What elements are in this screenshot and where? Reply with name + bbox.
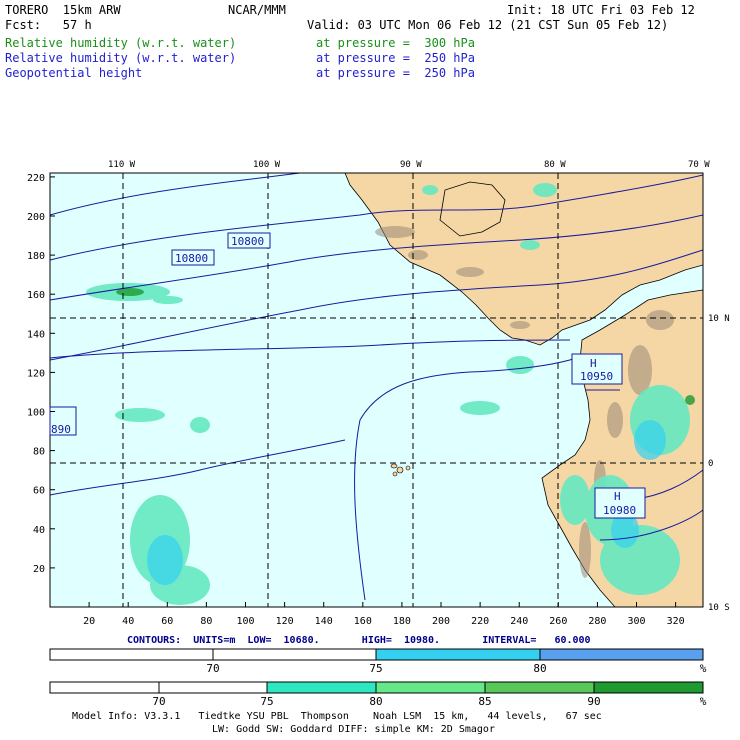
init-time: Init: 18 UTC Fri 03 Feb 12 [507,3,695,17]
field-1-level: at pressure = 300 hPa [316,36,475,50]
x-tick-label: 220 [471,616,489,627]
y-tick-label: 160 [27,290,45,301]
y-tick-label: 60 [33,486,45,497]
contour-label-10800-a: 10800 [231,235,264,248]
org-label: NCAR/MMM [228,3,286,17]
colorbar1-segment-1 [49,648,214,661]
model-info-line2: LW: Godd SW: Goddard DIFF: simple KM: 2D… [212,724,495,735]
colorbar2-label-90: 90 [587,695,600,708]
x-tick-label: 260 [549,616,567,627]
colorbar1-segment-4 [539,648,704,661]
x-tick-label: 60 [161,616,173,627]
x-tick-label: 240 [510,616,528,627]
field-2-name: Relative humidity (w.r.t. water) [5,51,237,65]
colorbar2-label-pct: % [700,695,707,708]
colorbar2-label-75: 75 [260,695,273,708]
lat-label-10n: 10 N [708,314,730,324]
colorbar-300hpa: 70 75 80 % [49,648,707,675]
colorbar2-segment-1 [49,681,160,694]
y-tick-label: 140 [27,329,45,340]
x-tick-label: 20 [83,616,95,627]
x-tick-label: 180 [393,616,411,627]
y-tick-label: 40 [33,525,45,536]
x-tick-label: 320 [667,616,685,627]
lon-label-70w: 70 W [688,160,710,170]
colorbar2-label-80: 80 [369,695,382,708]
lon-label-80w: 80 W [544,160,566,170]
y-tick-label: 200 [27,212,45,223]
contour-label-10980: 10980 [603,504,636,517]
forecast-hour: Fcst: 57 h [5,18,92,32]
field-3-level: at pressure = 250 hPa [316,66,475,80]
colorbar1-label-70: 70 [206,662,219,675]
lon-label-110w: 110 W [108,160,136,170]
x-tick-label: 300 [627,616,645,627]
colorbar2-segment-3 [266,681,377,694]
colorbar1-segment-3 [375,648,541,661]
contours-info: CONTOURS: UNITS=m LOW= 10680. HIGH= 1098… [127,635,591,646]
lat-label-0: 0 [708,459,713,469]
lat-label-10s: 10 S [708,603,730,613]
x-tick-label: 200 [432,616,450,627]
y-tick-label: 120 [27,368,45,379]
lon-label-90w: 90 W [400,160,422,170]
colorbar1-segment-2 [212,648,377,661]
colorbar-250hpa: 70 75 80 85 90 % [49,681,707,708]
weather-map: 10800 10800 H 10950 H 10980 890 110 W 10… [27,160,730,627]
field-1-name: Relative humidity (w.r.t. water) [5,36,237,50]
colorbar2-segment-2 [158,681,268,694]
x-tick-label: 100 [236,616,254,627]
y-tick-label: 100 [27,408,45,419]
colorbar2-label-85: 85 [478,695,491,708]
x-tick-label: 120 [276,616,294,627]
model-info-line1: Model Info: V3.3.1 Tiedtke YSU PBL Thomp… [72,711,602,722]
high-marker-1: H [590,357,597,370]
x-tick-label: 80 [200,616,212,627]
colorbar1-label-pct: % [700,662,707,675]
colorbar1-label-80: 80 [533,662,546,675]
x-tick-label: 40 [122,616,134,627]
x-tick-label: 140 [315,616,333,627]
field-3-name: Geopotential height [5,66,143,80]
y-tick-label: 180 [27,251,45,262]
valid-time: Valid: 03 UTC Mon 06 Feb 12 (21 CST Sun … [307,18,669,32]
contour-label-10800-b: 10800 [175,252,208,265]
high-marker-2: H [614,490,621,503]
contour-label-10950: 10950 [580,370,613,383]
colorbar1-label-75: 75 [369,662,382,675]
field-2-level: at pressure = 250 hPa [316,51,475,65]
colorbar2-label-70: 70 [152,695,165,708]
colorbar2-segment-4 [375,681,486,694]
colorbar2-segment-6 [593,681,704,694]
lon-label-100w: 100 W [253,160,281,170]
colorbar2-segment-5 [484,681,595,694]
contour-label-890: 890 [51,423,71,436]
model-title: TORERO 15km ARW [5,3,121,17]
x-tick-label: 160 [354,616,372,627]
x-tick-label: 280 [588,616,606,627]
y-tick-label: 20 [33,564,45,575]
y-tick-label: 220 [27,173,45,184]
y-tick-label: 80 [33,447,45,458]
